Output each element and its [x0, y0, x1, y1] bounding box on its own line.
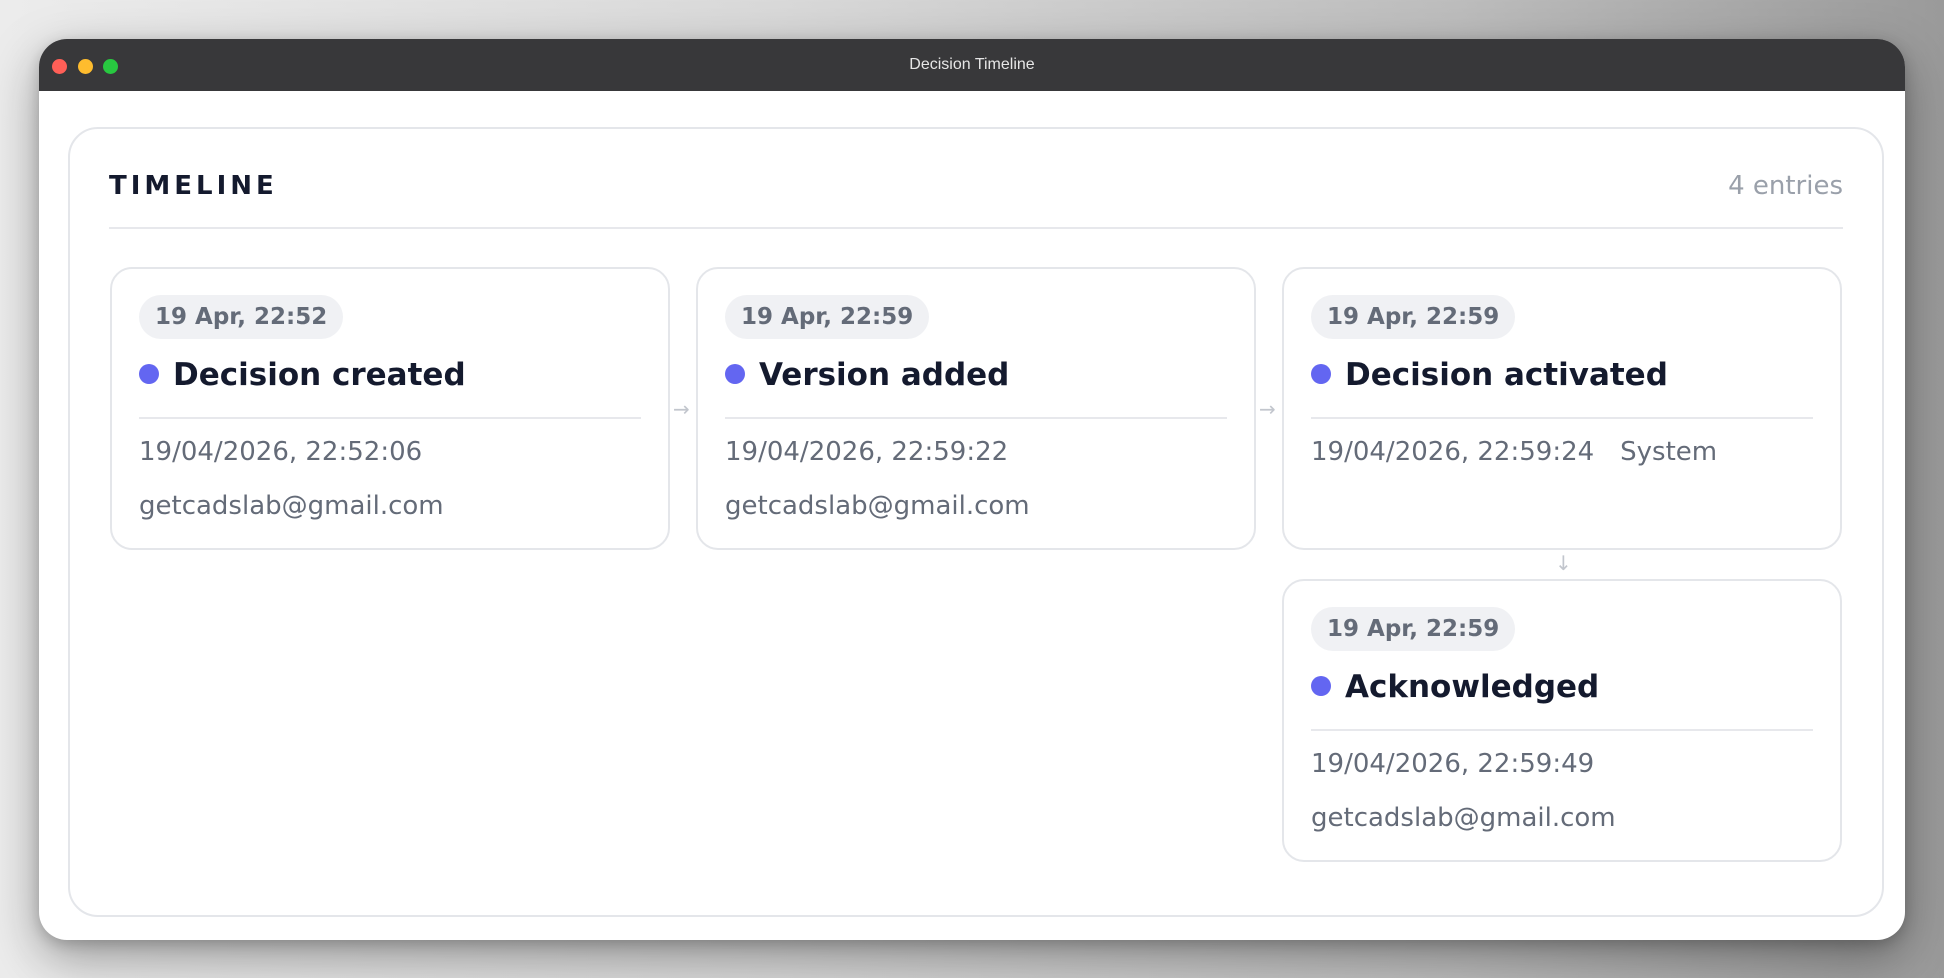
timeline-card[interactable]: 19 Apr, 22:59 Acknowledged 19/04/2026, 2… [1282, 579, 1842, 862]
time-badge: 19 Apr, 22:59 [725, 295, 930, 339]
timeline-card[interactable]: 19 Apr, 22:59 Version added 19/04/2026, … [696, 267, 1256, 550]
card-divider [725, 417, 1227, 419]
card-divider [139, 417, 641, 419]
event-datetime: 19/04/2026, 22:59:24 System [1311, 437, 1717, 467]
timeline-card[interactable]: 19 Apr, 22:59 Decision activated 19/04/2… [1282, 267, 1842, 550]
title-bar: Decision Timeline [39, 39, 1905, 91]
card-divider [1311, 729, 1813, 731]
status-dot-icon [139, 364, 159, 384]
timeline-title: TIMELINE [109, 171, 278, 201]
event-actor: System [1620, 437, 1718, 467]
timeline-panel: TIMELINE 4 entries 19 Apr, 22:52 Decisio… [68, 127, 1884, 917]
event-datetime-text: 19/04/2026, 22:59:22 [725, 437, 1009, 467]
event-datetime-text: 19/04/2026, 22:52:06 [139, 437, 423, 467]
event-title: Decision created [173, 357, 466, 393]
arrow-right-icon: → [673, 397, 690, 421]
event-title: Decision activated [1345, 357, 1668, 393]
status-dot-icon [1311, 364, 1331, 384]
timeline-header: TIMELINE 4 entries [109, 165, 1843, 229]
event-datetime: 19/04/2026, 22:59:49 [1311, 749, 1594, 779]
event-datetime-text: 19/04/2026, 22:59:49 [1311, 749, 1595, 779]
time-badge: 19 Apr, 22:59 [1311, 607, 1516, 651]
event-datetime: 19/04/2026, 22:52:06 [139, 437, 422, 467]
event-title: Version added [759, 357, 1010, 393]
event-datetime-text: 19/04/2026, 22:59:24 [1311, 437, 1595, 467]
card-divider [1311, 417, 1813, 419]
timeline-card[interactable]: 19 Apr, 22:52 Decision created 19/04/202… [110, 267, 670, 550]
status-dot-icon [725, 364, 745, 384]
event-user-email: getcadslab@gmail.com [139, 491, 444, 521]
arrow-right-icon: → [1259, 397, 1276, 421]
app-window: Decision Timeline TIMELINE 4 entries 19 … [39, 39, 1905, 940]
event-title: Acknowledged [1345, 669, 1600, 705]
arrow-down-icon: ↓ [1555, 551, 1572, 575]
time-badge: 19 Apr, 22:59 [1311, 295, 1516, 339]
time-badge: 19 Apr, 22:52 [139, 295, 344, 339]
event-user-email: getcadslab@gmail.com [725, 491, 1030, 521]
event-user-email: getcadslab@gmail.com [1311, 803, 1616, 833]
window-title: Decision Timeline [909, 56, 1035, 73]
entry-count: 4 entries [1728, 171, 1843, 201]
event-datetime: 19/04/2026, 22:59:22 [725, 437, 1008, 467]
status-dot-icon [1311, 676, 1331, 696]
